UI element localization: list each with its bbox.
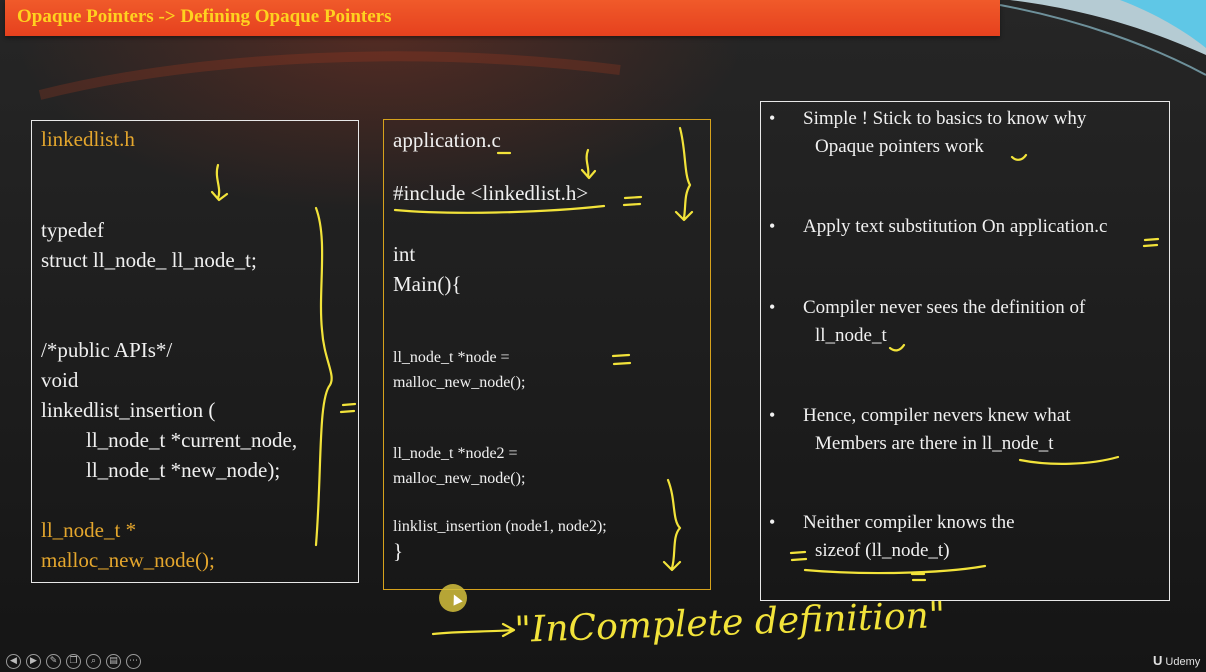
code-line: struct ll_node_ ll_node_t; [41, 248, 257, 272]
code-line: ll_node_t *new_node); [86, 458, 281, 482]
code-line: Main(){ [393, 272, 462, 296]
bullet-text: Compiler never sees the definition of [803, 297, 1086, 318]
notes-panel: • Simple ! Stick to basics to know why O… [760, 101, 1170, 601]
bullet-icon: • [769, 405, 776, 425]
source-file-panel: application.c #include <linkedlist.h> in… [383, 119, 711, 590]
slide: Opaque Pointers -> Defining Opaque Point… [0, 0, 1206, 672]
code-line: malloc_new_node(); [41, 548, 215, 572]
bullet-text: Members are there in ll_node_t [815, 433, 1054, 454]
source-filename: application.c [393, 128, 501, 152]
closing-brace: } [393, 539, 404, 563]
bullet-text: ll_node_t [815, 325, 887, 346]
code-line: malloc_new_node(); [393, 374, 526, 391]
header-filename: linkedlist.h [41, 127, 135, 151]
bullet-text: sizeof (ll_node_t) [815, 540, 950, 561]
udemy-logo-icon: U [1153, 653, 1163, 668]
code-line: ll_node_t *current_node, [86, 428, 298, 452]
code-line: int [393, 242, 416, 266]
bullet-text: Simple ! Stick to basics to know why [803, 108, 1087, 129]
annotation-text: "InComplete definition" [514, 595, 946, 651]
pen-icon[interactable]: ✎ [46, 654, 61, 669]
code-line: void [41, 368, 79, 392]
include-line: #include <linkedlist.h> [393, 181, 589, 205]
player-controls: ◀ ▶ ✎ ❐ ⌕ ▤ ⋯ [6, 654, 141, 670]
bullet-icon: • [769, 108, 776, 128]
menu-icon[interactable]: ▤ [106, 654, 121, 669]
title-bar: Opaque Pointers -> Defining Opaque Point… [5, 0, 1000, 36]
bullet-icon: • [769, 512, 776, 532]
bullet-icon: • [769, 297, 776, 317]
bullet-text: Hence, compiler nevers knew what [803, 405, 1071, 426]
code-line: /*public APIs*/ [41, 338, 173, 362]
code-line: linkedlist_insertion ( [41, 398, 216, 422]
zoom-icon[interactable]: ⌕ [86, 654, 101, 669]
bullet-icon: • [769, 216, 776, 236]
more-icon[interactable]: ⋯ [126, 654, 141, 669]
bullet-text: Apply text substitution On application.c [803, 216, 1108, 237]
copy-icon[interactable]: ❐ [66, 654, 81, 669]
slide-title: Opaque Pointers -> Defining Opaque Point… [17, 6, 392, 27]
bullet-text: Opaque pointers work [815, 136, 984, 157]
code-line: linklist_insertion (node1, node2); [393, 518, 607, 535]
code-line: ll_node_t * [41, 518, 137, 542]
brand-name: Udemy [1165, 656, 1201, 668]
code-line: ll_node_t *node = [393, 349, 510, 366]
udemy-watermark: U Udemy [1153, 653, 1200, 668]
bullet-text: Neither compiler knows the [803, 512, 1015, 533]
prev-icon[interactable]: ◀ [6, 654, 21, 669]
code-line: ll_node_t *node2 = [393, 445, 518, 462]
next-icon[interactable]: ▶ [26, 654, 41, 669]
code-line: typedef [41, 218, 104, 242]
header-file-panel: linkedlist.h typedef struct ll_node_ ll_… [31, 120, 359, 583]
code-line: malloc_new_node(); [393, 470, 526, 487]
ink-arrow [431, 622, 516, 638]
